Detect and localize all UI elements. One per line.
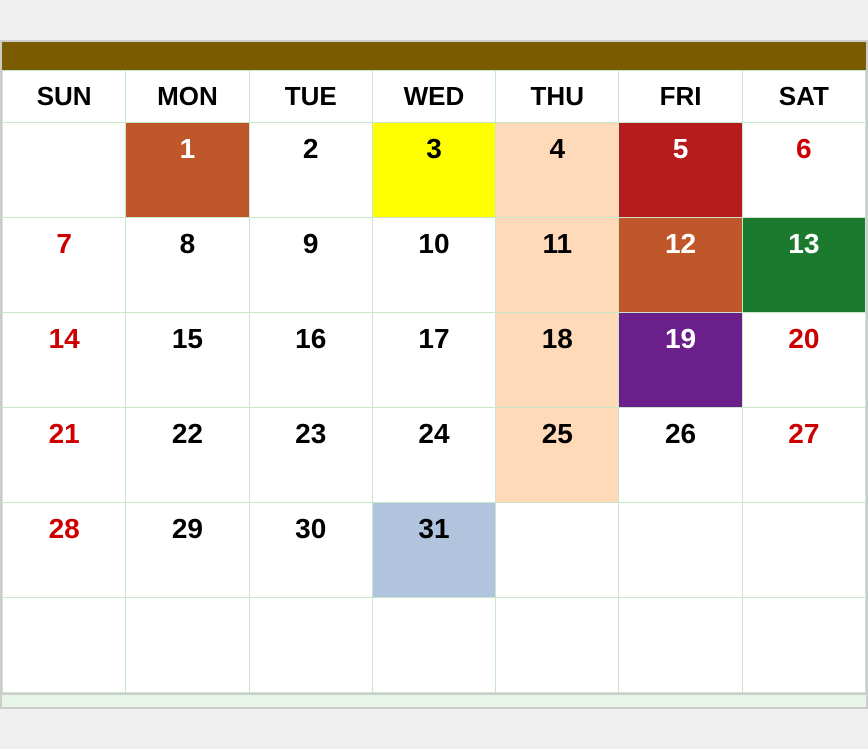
day-header-wed: WED (372, 71, 495, 123)
calendar-week-5: 28 29 30 31 (3, 503, 866, 598)
calendar-week-2: 789 10 11 12 13 (3, 218, 866, 313)
calendar-cell: 14 (3, 313, 126, 408)
calendar-container: SUNMONTUEWEDTHUFRISAT 123456789101112131… (0, 40, 868, 709)
calendar-cell: 3 (372, 123, 495, 218)
date-number: 13 (751, 224, 857, 260)
calendar-cell: 30 (249, 503, 372, 598)
day-header-tue: TUE (249, 71, 372, 123)
calendar-header (2, 42, 866, 70)
date-number: 24 (381, 414, 487, 450)
legend-area (2, 693, 866, 707)
date-number: 2 (258, 129, 364, 165)
date-number: 27 (751, 414, 857, 450)
calendar-cell (249, 598, 372, 693)
date-number: 29 (134, 509, 240, 545)
calendar-cell: 7 (3, 218, 126, 313)
calendar-cell: 26 (619, 408, 742, 503)
date-number: 23 (258, 414, 364, 450)
calendar-cell: 15 (126, 313, 249, 408)
date-number: 20 (751, 319, 857, 355)
calendar-cell: 13 (742, 218, 865, 313)
calendar-cell: 29 (126, 503, 249, 598)
calendar-cell (496, 598, 619, 693)
calendar-cell (126, 598, 249, 693)
calendar-cell (742, 598, 865, 693)
date-number: 17 (381, 319, 487, 355)
date-number: 11 (504, 224, 610, 260)
date-number: 6 (751, 129, 857, 165)
calendar-cell (619, 503, 742, 598)
day-header-fri: FRI (619, 71, 742, 123)
date-number: 15 (134, 319, 240, 355)
calendar-cell: 16 (249, 313, 372, 408)
day-headers-row: SUNMONTUEWEDTHUFRISAT (3, 71, 866, 123)
date-number: 30 (258, 509, 364, 545)
date-number: 12 (627, 224, 733, 260)
day-header-thu: THU (496, 71, 619, 123)
calendar-cell: 31 (372, 503, 495, 598)
date-number: 22 (134, 414, 240, 450)
calendar-cell (3, 598, 126, 693)
calendar-cell: 12 (619, 218, 742, 313)
calendar-cell: 6 (742, 123, 865, 218)
date-number: 19 (627, 319, 733, 355)
calendar-cell (742, 503, 865, 598)
date-number: 9 (258, 224, 364, 260)
calendar-cell: 4 (496, 123, 619, 218)
calendar-table: SUNMONTUEWEDTHUFRISAT 123456789101112131… (2, 70, 866, 693)
date-number: 31 (381, 509, 487, 545)
calendar-cell: 2 (249, 123, 372, 218)
calendar-cell: 8 (126, 218, 249, 313)
calendar-cell (372, 598, 495, 693)
calendar-cell: 25 (496, 408, 619, 503)
calendar-week-3: 14 15 16 17 18 19 20 (3, 313, 866, 408)
calendar-cell: 17 (372, 313, 495, 408)
calendar-week-6 (3, 598, 866, 693)
date-number: 26 (627, 414, 733, 450)
calendar-cell (496, 503, 619, 598)
calendar-week-1: 123456 (3, 123, 866, 218)
date-number: 28 (11, 509, 117, 545)
date-number: 4 (504, 129, 610, 165)
date-number: 18 (504, 319, 610, 355)
calendar-cell: 5 (619, 123, 742, 218)
day-header-mon: MON (126, 71, 249, 123)
date-number: 5 (627, 129, 733, 165)
calendar-cell: 9 (249, 218, 372, 313)
calendar-week-4: 21 22 23 24 25 26 27 (3, 408, 866, 503)
calendar-cell (619, 598, 742, 693)
calendar-body: 1234567891011121314151617181920212223242… (3, 123, 866, 693)
calendar-cell: 19 (619, 313, 742, 408)
calendar-cell: 11 (496, 218, 619, 313)
date-number: 8 (134, 224, 240, 260)
calendar-cell: 18 (496, 313, 619, 408)
calendar-cell: 22 (126, 408, 249, 503)
date-number: 3 (381, 129, 487, 165)
calendar-cell: 28 (3, 503, 126, 598)
calendar-cell: 1 (126, 123, 249, 218)
calendar-cell (3, 123, 126, 218)
calendar-cell: 24 (372, 408, 495, 503)
calendar-cell: 27 (742, 408, 865, 503)
date-number: 21 (11, 414, 117, 450)
date-number: 14 (11, 319, 117, 355)
calendar-cell: 20 (742, 313, 865, 408)
calendar-cell: 21 (3, 408, 126, 503)
date-number: 7 (11, 224, 117, 260)
date-number: 1 (134, 129, 240, 165)
calendar-cell: 23 (249, 408, 372, 503)
date-number: 25 (504, 414, 610, 450)
day-header-sat: SAT (742, 71, 865, 123)
date-number: 10 (381, 224, 487, 260)
calendar-cell: 10 (372, 218, 495, 313)
day-header-sun: SUN (3, 71, 126, 123)
date-number: 16 (258, 319, 364, 355)
